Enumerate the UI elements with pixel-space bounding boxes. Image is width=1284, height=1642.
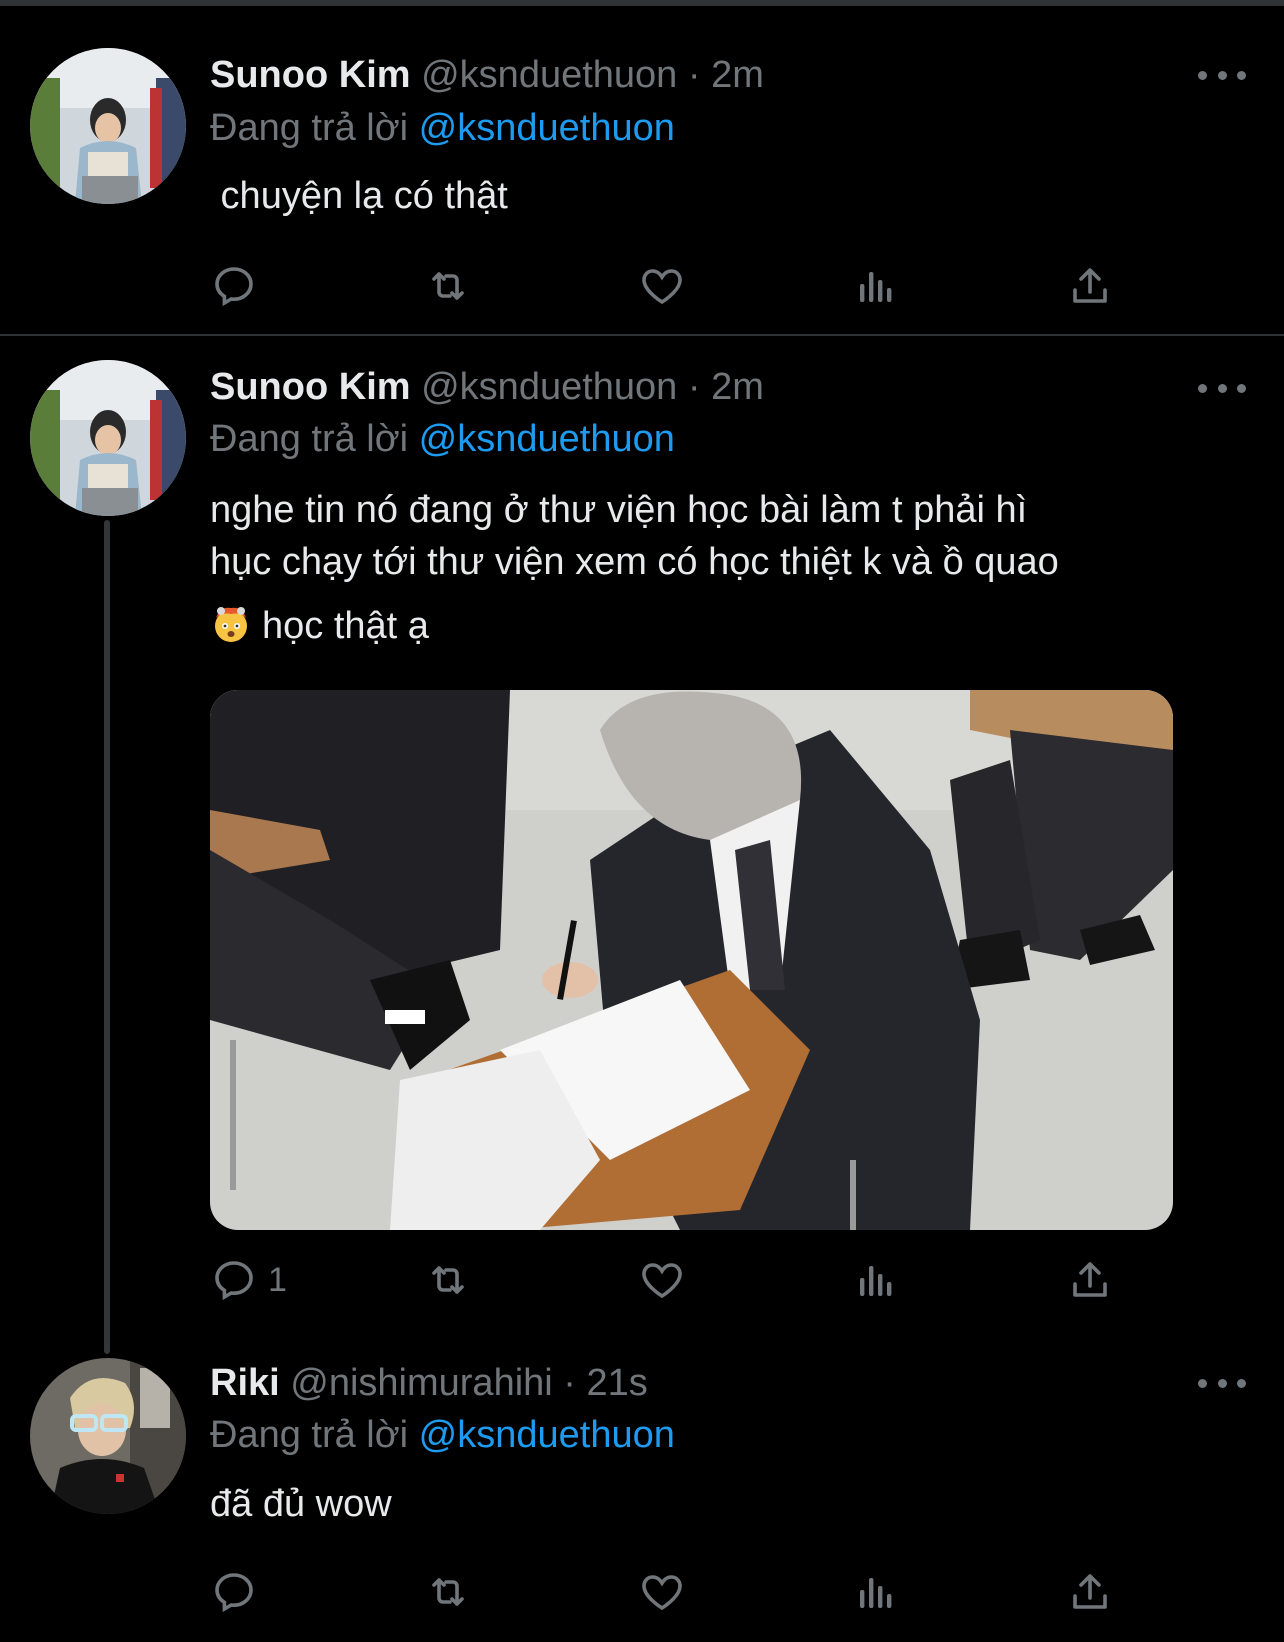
like-button[interactable]: [638, 1562, 686, 1622]
reply-button[interactable]: [210, 1562, 268, 1622]
share-icon: [1073, 1574, 1107, 1609]
tweet-3[interactable]: Riki @nishimurahihi · 21s Đang trả lời @…: [0, 0, 1284, 1642]
reply-icon: [215, 1573, 253, 1613]
replying-to: Đang trả lời @ksnduethuon: [210, 1410, 675, 1460]
mention-link[interactable]: @ksnduethuon: [419, 1414, 675, 1456]
separator-dot: ·: [563, 1362, 576, 1404]
share-button[interactable]: [1066, 1562, 1114, 1622]
user-handle[interactable]: @nishimurahihi: [290, 1362, 552, 1404]
tweet-header: Riki @nishimurahihi · 21s: [210, 1358, 648, 1408]
tweet-text: đã đủ wow: [210, 1483, 392, 1525]
retweet-button[interactable]: [424, 1562, 472, 1622]
timestamp[interactable]: 21s: [587, 1362, 648, 1404]
retweet-icon: [432, 1578, 464, 1606]
more-icon[interactable]: [1198, 1368, 1246, 1398]
tweet-actions: [210, 1562, 1130, 1622]
replying-prefix: Đang trả lời: [210, 1414, 409, 1456]
heart-icon: [642, 1575, 682, 1611]
views-icon: [860, 1578, 892, 1608]
display-name[interactable]: Riki: [210, 1362, 280, 1404]
views-button[interactable]: [852, 1562, 900, 1622]
avatar[interactable]: [30, 1358, 186, 1514]
